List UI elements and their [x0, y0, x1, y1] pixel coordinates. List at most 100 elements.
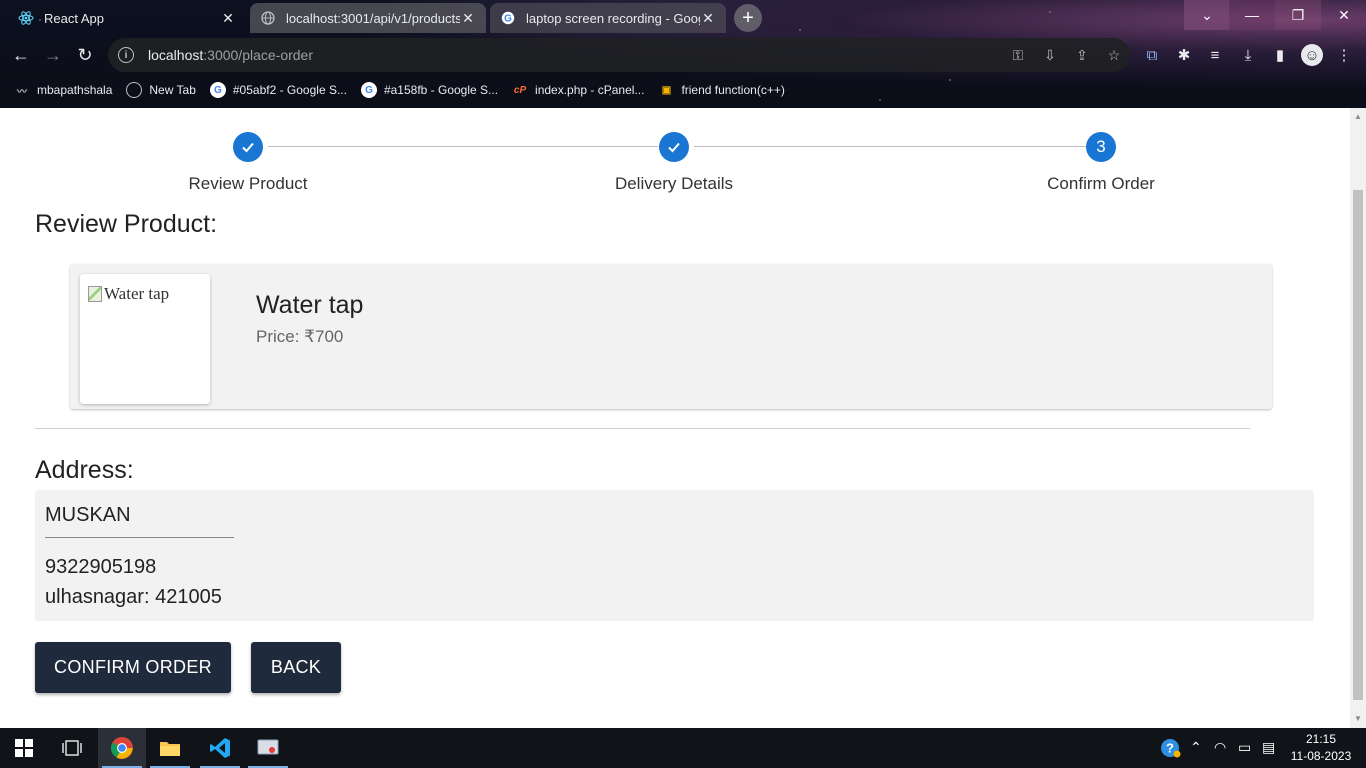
- scroll-down-icon[interactable]: ▼: [1354, 714, 1362, 723]
- address-bar[interactable]: i localhost:3000/place-order ⚿ ⇩ ⇪ ☆: [108, 38, 1130, 72]
- key-icon[interactable]: ⚿: [1002, 47, 1034, 64]
- bookmark-item[interactable]: ▣ friend function(c++): [658, 82, 785, 98]
- minimize-button[interactable]: —: [1229, 0, 1275, 30]
- downloads-icon[interactable]: ⤓: [1237, 44, 1259, 66]
- cpanel-icon: cP: [513, 84, 527, 96]
- step-delivery-details: Delivery Details: [574, 132, 774, 194]
- product-name: Water tap: [256, 291, 364, 319]
- file-explorer-icon[interactable]: [146, 728, 194, 768]
- windows-taskbar: ? ⌃ ◠ ▭ ▤ 21:15 11-08-2023: [0, 728, 1366, 768]
- reload-icon[interactable]: ↻: [72, 42, 98, 68]
- google-icon: G: [209, 82, 226, 98]
- star-icon[interactable]: ☆: [1098, 47, 1130, 64]
- step-label: Delivery Details: [614, 174, 734, 193]
- task-view-icon[interactable]: [48, 728, 96, 768]
- bookmark-label: friend function(c++): [681, 83, 785, 97]
- review-product-heading: Review Product:: [35, 210, 218, 238]
- tab-api-products[interactable]: localhost:3001/api/v1/products ✕: [250, 3, 486, 33]
- back-button[interactable]: BACK: [251, 642, 341, 693]
- vscode-icon[interactable]: [196, 728, 244, 768]
- page-viewport: Review Product Delivery Details 3 Confir…: [0, 108, 1350, 728]
- order-stepper: Review Product Delivery Details 3 Confir…: [35, 108, 1315, 208]
- browser-chrome: React App ✕ localhost:3001/api/v1/produc…: [0, 0, 1366, 108]
- forward-arrow-icon[interactable]: →: [40, 42, 66, 68]
- new-tab-button[interactable]: +: [734, 4, 762, 32]
- url-text[interactable]: localhost:3000/place-order: [148, 47, 1002, 63]
- svg-text:G: G: [504, 14, 512, 25]
- page-scrollbar[interactable]: ▲ ▼: [1350, 108, 1366, 728]
- bookmark-label: mbapathshala: [37, 83, 113, 97]
- close-tab-icon[interactable]: ✕: [220, 10, 236, 27]
- clock-date: 11-08-2023: [1290, 749, 1352, 763]
- step-number: 3: [1086, 132, 1116, 162]
- product-image: Water tap: [80, 274, 210, 404]
- scrollbar-thumb[interactable]: [1353, 190, 1363, 700]
- help-icon[interactable]: ?: [1160, 737, 1182, 762]
- chrome-taskbar-icon[interactable]: [98, 728, 146, 768]
- tab-title: laptop screen recording - Google: [526, 10, 700, 26]
- address-name: MUSKAN: [45, 504, 131, 526]
- scroll-up-icon[interactable]: ▲: [1354, 112, 1362, 121]
- bookmark-icon: ▣: [661, 84, 672, 96]
- address-city: ulhasnagar: 421005: [45, 586, 222, 608]
- google-icon: G: [500, 10, 516, 26]
- share-icon[interactable]: ⇪: [1066, 47, 1098, 64]
- address-name-underline: [45, 537, 234, 538]
- tab-title: React App: [44, 10, 104, 26]
- checkmark-icon: [659, 132, 689, 162]
- url-path: :3000/place-order: [203, 47, 314, 63]
- tab-react-app[interactable]: React App ✕: [8, 3, 246, 33]
- globe-icon: [126, 82, 143, 98]
- section-divider: [35, 428, 1250, 429]
- chevron-up-icon[interactable]: ⌃: [1190, 739, 1202, 756]
- step-label: Confirm Order: [1047, 174, 1155, 193]
- step-confirm-order: 3 Confirm Order: [1001, 132, 1201, 194]
- svg-text:?: ?: [1166, 741, 1174, 756]
- product-price: Price: ₹700: [256, 327, 344, 346]
- bookmark-label: New Tab: [149, 83, 196, 97]
- extensions-puzzle-icon[interactable]: ✱: [1173, 44, 1195, 66]
- bookmark-label: #05abf2 - Google S...: [232, 83, 347, 97]
- bookmark-item[interactable]: G #a158fb - Google S...: [360, 82, 499, 98]
- system-clock[interactable]: 21:15 11-08-2023: [1286, 731, 1356, 765]
- bookmarks-bar: 〰 mbapathshala New Tab G #05abf2 - Googl…: [0, 78, 1366, 102]
- kebab-menu-icon[interactable]: ⋮: [1333, 44, 1355, 66]
- close-window-button[interactable]: ✕: [1321, 0, 1366, 30]
- bookmark-item[interactable]: 〰 mbapathshala: [14, 82, 112, 98]
- tab-google-search[interactable]: G laptop screen recording - Google ✕: [490, 3, 726, 33]
- image-alt: Water tap: [88, 284, 169, 304]
- profile-avatar-icon[interactable]: ☺: [1301, 44, 1323, 66]
- step-label: Review Product: [188, 174, 308, 193]
- image-alt-text: Water tap: [104, 284, 170, 303]
- install-icon[interactable]: ⇩: [1034, 47, 1066, 64]
- tab-title: localhost:3001/api/v1/products: [286, 10, 460, 26]
- restore-button[interactable]: ❐: [1275, 0, 1321, 30]
- translate-icon[interactable]: ⧉: [1141, 44, 1163, 66]
- close-tab-icon[interactable]: ✕: [460, 10, 476, 27]
- wave-icon: 〰: [17, 86, 27, 98]
- media-control-icon[interactable]: ≡: [1204, 44, 1226, 66]
- bookmark-item[interactable]: cP index.php - cPanel...: [512, 82, 645, 98]
- bookmark-label: index.php - cPanel...: [535, 83, 645, 97]
- close-tab-icon[interactable]: ✕: [700, 10, 716, 27]
- battery-icon[interactable]: ▭: [1238, 739, 1251, 756]
- bookmark-label: #a158fb - Google S...: [383, 83, 499, 97]
- checkmark-icon: [233, 132, 263, 162]
- url-host: localhost: [148, 47, 204, 63]
- address-card: MUSKAN 9322905198 ulhasnagar: 421005: [35, 490, 1314, 621]
- side-panel-icon[interactable]: ▮: [1269, 44, 1291, 66]
- back-arrow-icon[interactable]: ←: [8, 42, 34, 68]
- screen-recorder-icon[interactable]: [244, 728, 292, 768]
- wifi-icon[interactable]: ◠: [1214, 739, 1226, 756]
- confirm-order-button[interactable]: CONFIRM ORDER: [35, 642, 231, 693]
- address-phone: 9322905198: [45, 556, 157, 578]
- product-card: Water tap Water tap Price: ₹700: [70, 264, 1272, 409]
- notification-icon[interactable]: ▤: [1262, 739, 1275, 756]
- site-info-icon[interactable]: i: [118, 47, 134, 63]
- windows-start-icon[interactable]: [0, 728, 48, 768]
- tab-search-chevron-icon[interactable]: ⌄: [1184, 0, 1230, 30]
- bookmark-item[interactable]: G #05abf2 - Google S...: [209, 82, 347, 98]
- react-icon: [18, 10, 34, 26]
- broken-image-icon: [88, 286, 102, 302]
- bookmark-item[interactable]: New Tab: [126, 82, 196, 98]
